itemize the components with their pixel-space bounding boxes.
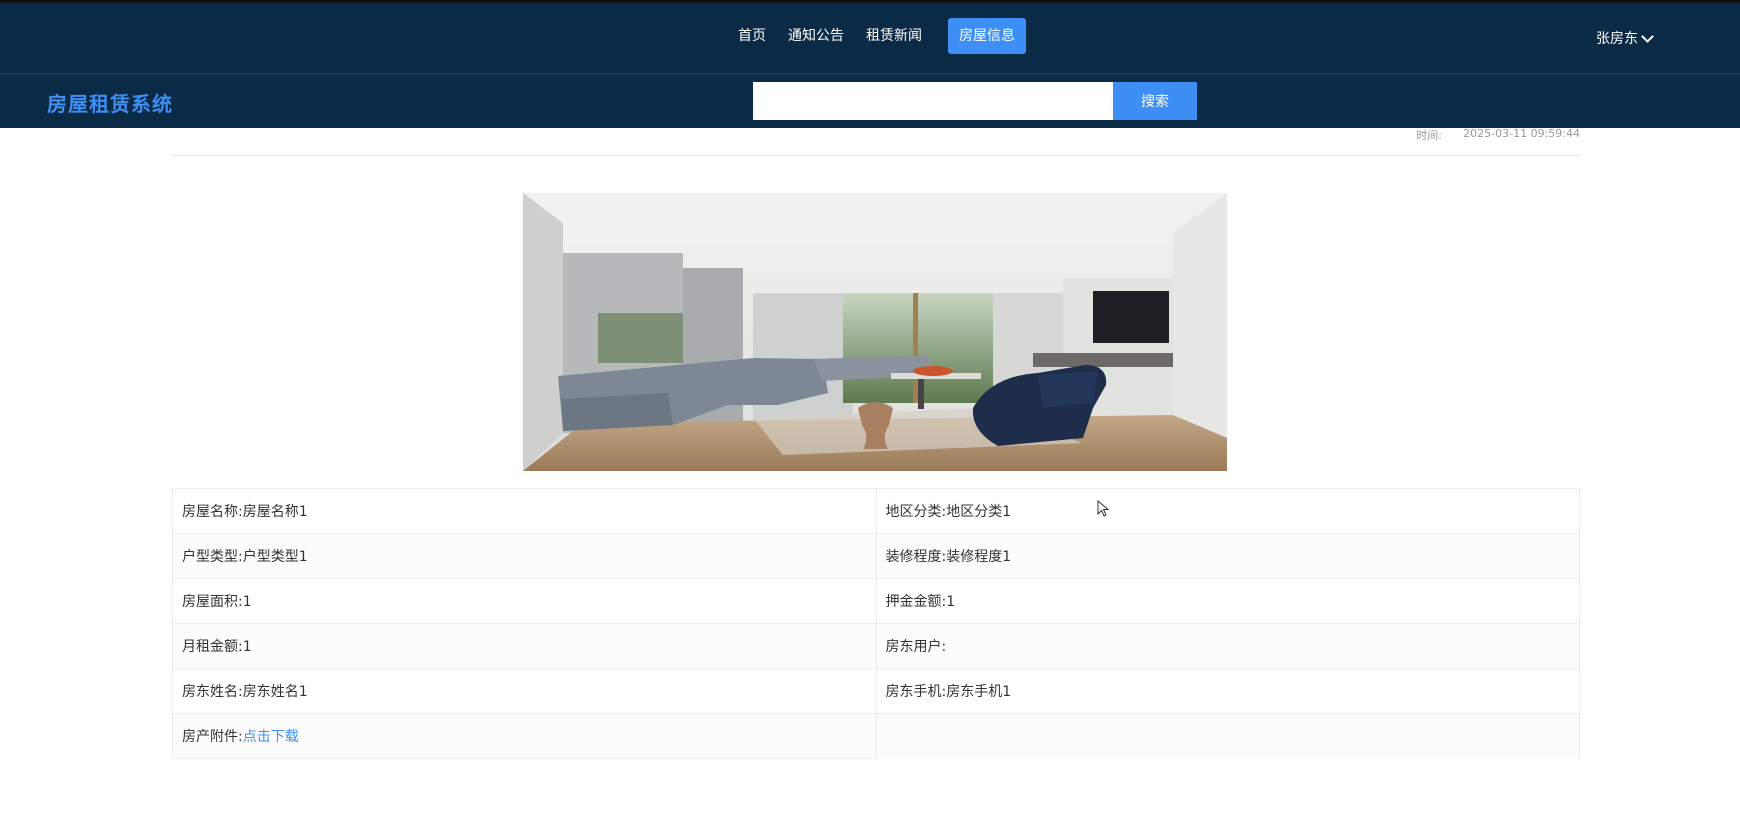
landlord-phone-label: 房东手机: — [885, 684, 947, 700]
monthly-rent-cell: 月租金额:1 — [172, 623, 877, 669]
house-name-cell: 房屋名称:房屋名称1 — [172, 488, 877, 534]
area-label: 房屋面积: — [182, 594, 243, 610]
house-info-table: 房屋名称:房屋名称1 地区分类:地区分类1 户型类型:户型类型1 装修程度:装修… — [172, 488, 1580, 759]
house-name-label: 房屋名称: — [182, 504, 243, 520]
decoration-label: 装修程度: — [885, 549, 947, 565]
layout-type-cell: 户型类型:户型类型1 — [172, 533, 877, 579]
table-row: 月租金额:1 房东用户: — [172, 623, 1580, 669]
time-label: 时间: — [1416, 129, 1442, 142]
mouse-pointer-icon — [1097, 500, 1110, 517]
landlord-name-cell: 房东姓名:房东姓名1 — [172, 668, 877, 714]
decoration-cell: 装修程度:装修程度1 — [875, 533, 1580, 579]
landlord-name-label: 房东姓名: — [182, 684, 243, 700]
landlord-phone-cell: 房东手机:房东手机1 — [875, 668, 1580, 714]
layout-type-label: 户型类型: — [182, 549, 243, 565]
attachment-label: 房产附件: — [182, 729, 243, 745]
landlord-phone-value: 房东手机1 — [946, 684, 1012, 700]
header-bar: 房屋租赁系统 搜索 — [0, 74, 1740, 128]
user-menu[interactable]: 张房东 — [1596, 28, 1654, 48]
region-label: 地区分类: — [885, 504, 947, 520]
chevron-down-icon — [1641, 29, 1654, 43]
time-value: 2025-03-11 09:59:44 — [1463, 127, 1580, 140]
landlord-user-label: 房东用户: — [885, 639, 947, 655]
monthly-rent-value: 1 — [242, 639, 252, 655]
attachment-cell: 房产附件:点击下载 — [172, 713, 877, 759]
area-cell: 房屋面积:1 — [172, 578, 877, 624]
deposit-value: 1 — [946, 594, 956, 610]
table-row: 房产附件:点击下载 — [172, 713, 1580, 759]
user-name: 张房东 — [1596, 31, 1638, 47]
main-nav: 首页 通知公告 租赁新闻 房屋信息 — [730, 18, 1026, 54]
region-cell: 地区分类:地区分类1 — [875, 488, 1580, 534]
landlord-name-value: 房东姓名1 — [242, 684, 308, 700]
landlord-user-cell: 房东用户: — [875, 623, 1580, 669]
search-button[interactable]: 搜索 — [1113, 82, 1197, 120]
monthly-rent-label: 月租金额: — [182, 639, 243, 655]
nav-home[interactable]: 首页 — [730, 18, 774, 54]
living-room-image — [523, 193, 1227, 471]
publish-time-row: 时间: 2025-03-11 09:59:44 — [172, 124, 1580, 156]
table-row: 户型类型:户型类型1 装修程度:装修程度1 — [172, 533, 1580, 579]
table-row: 房东姓名:房东姓名1 房东手机:房东手机1 — [172, 668, 1580, 714]
search-input[interactable] — [753, 82, 1113, 120]
layout-type-value: 户型类型1 — [242, 549, 308, 565]
decoration-value: 装修程度1 — [946, 549, 1012, 565]
nav-house-info[interactable]: 房屋信息 — [948, 18, 1026, 54]
nav-rental-news[interactable]: 租赁新闻 — [858, 18, 930, 54]
site-brand: 房屋租赁系统 — [47, 92, 173, 116]
region-value: 地区分类1 — [946, 504, 1012, 520]
area-value: 1 — [242, 594, 252, 610]
nav-notices[interactable]: 通知公告 — [780, 18, 852, 54]
empty-cell — [875, 713, 1580, 759]
table-row: 房屋面积:1 押金金额:1 — [172, 578, 1580, 624]
deposit-cell: 押金金额:1 — [875, 578, 1580, 624]
top-navbar: 首页 通知公告 租赁新闻 房屋信息 张房东 — [0, 0, 1740, 74]
house-photo — [523, 193, 1227, 471]
download-link[interactable]: 点击下载 — [243, 729, 299, 745]
house-name-value: 房屋名称1 — [242, 504, 308, 520]
table-row: 房屋名称:房屋名称1 地区分类:地区分类1 — [172, 488, 1580, 534]
deposit-label: 押金金额: — [885, 594, 947, 610]
